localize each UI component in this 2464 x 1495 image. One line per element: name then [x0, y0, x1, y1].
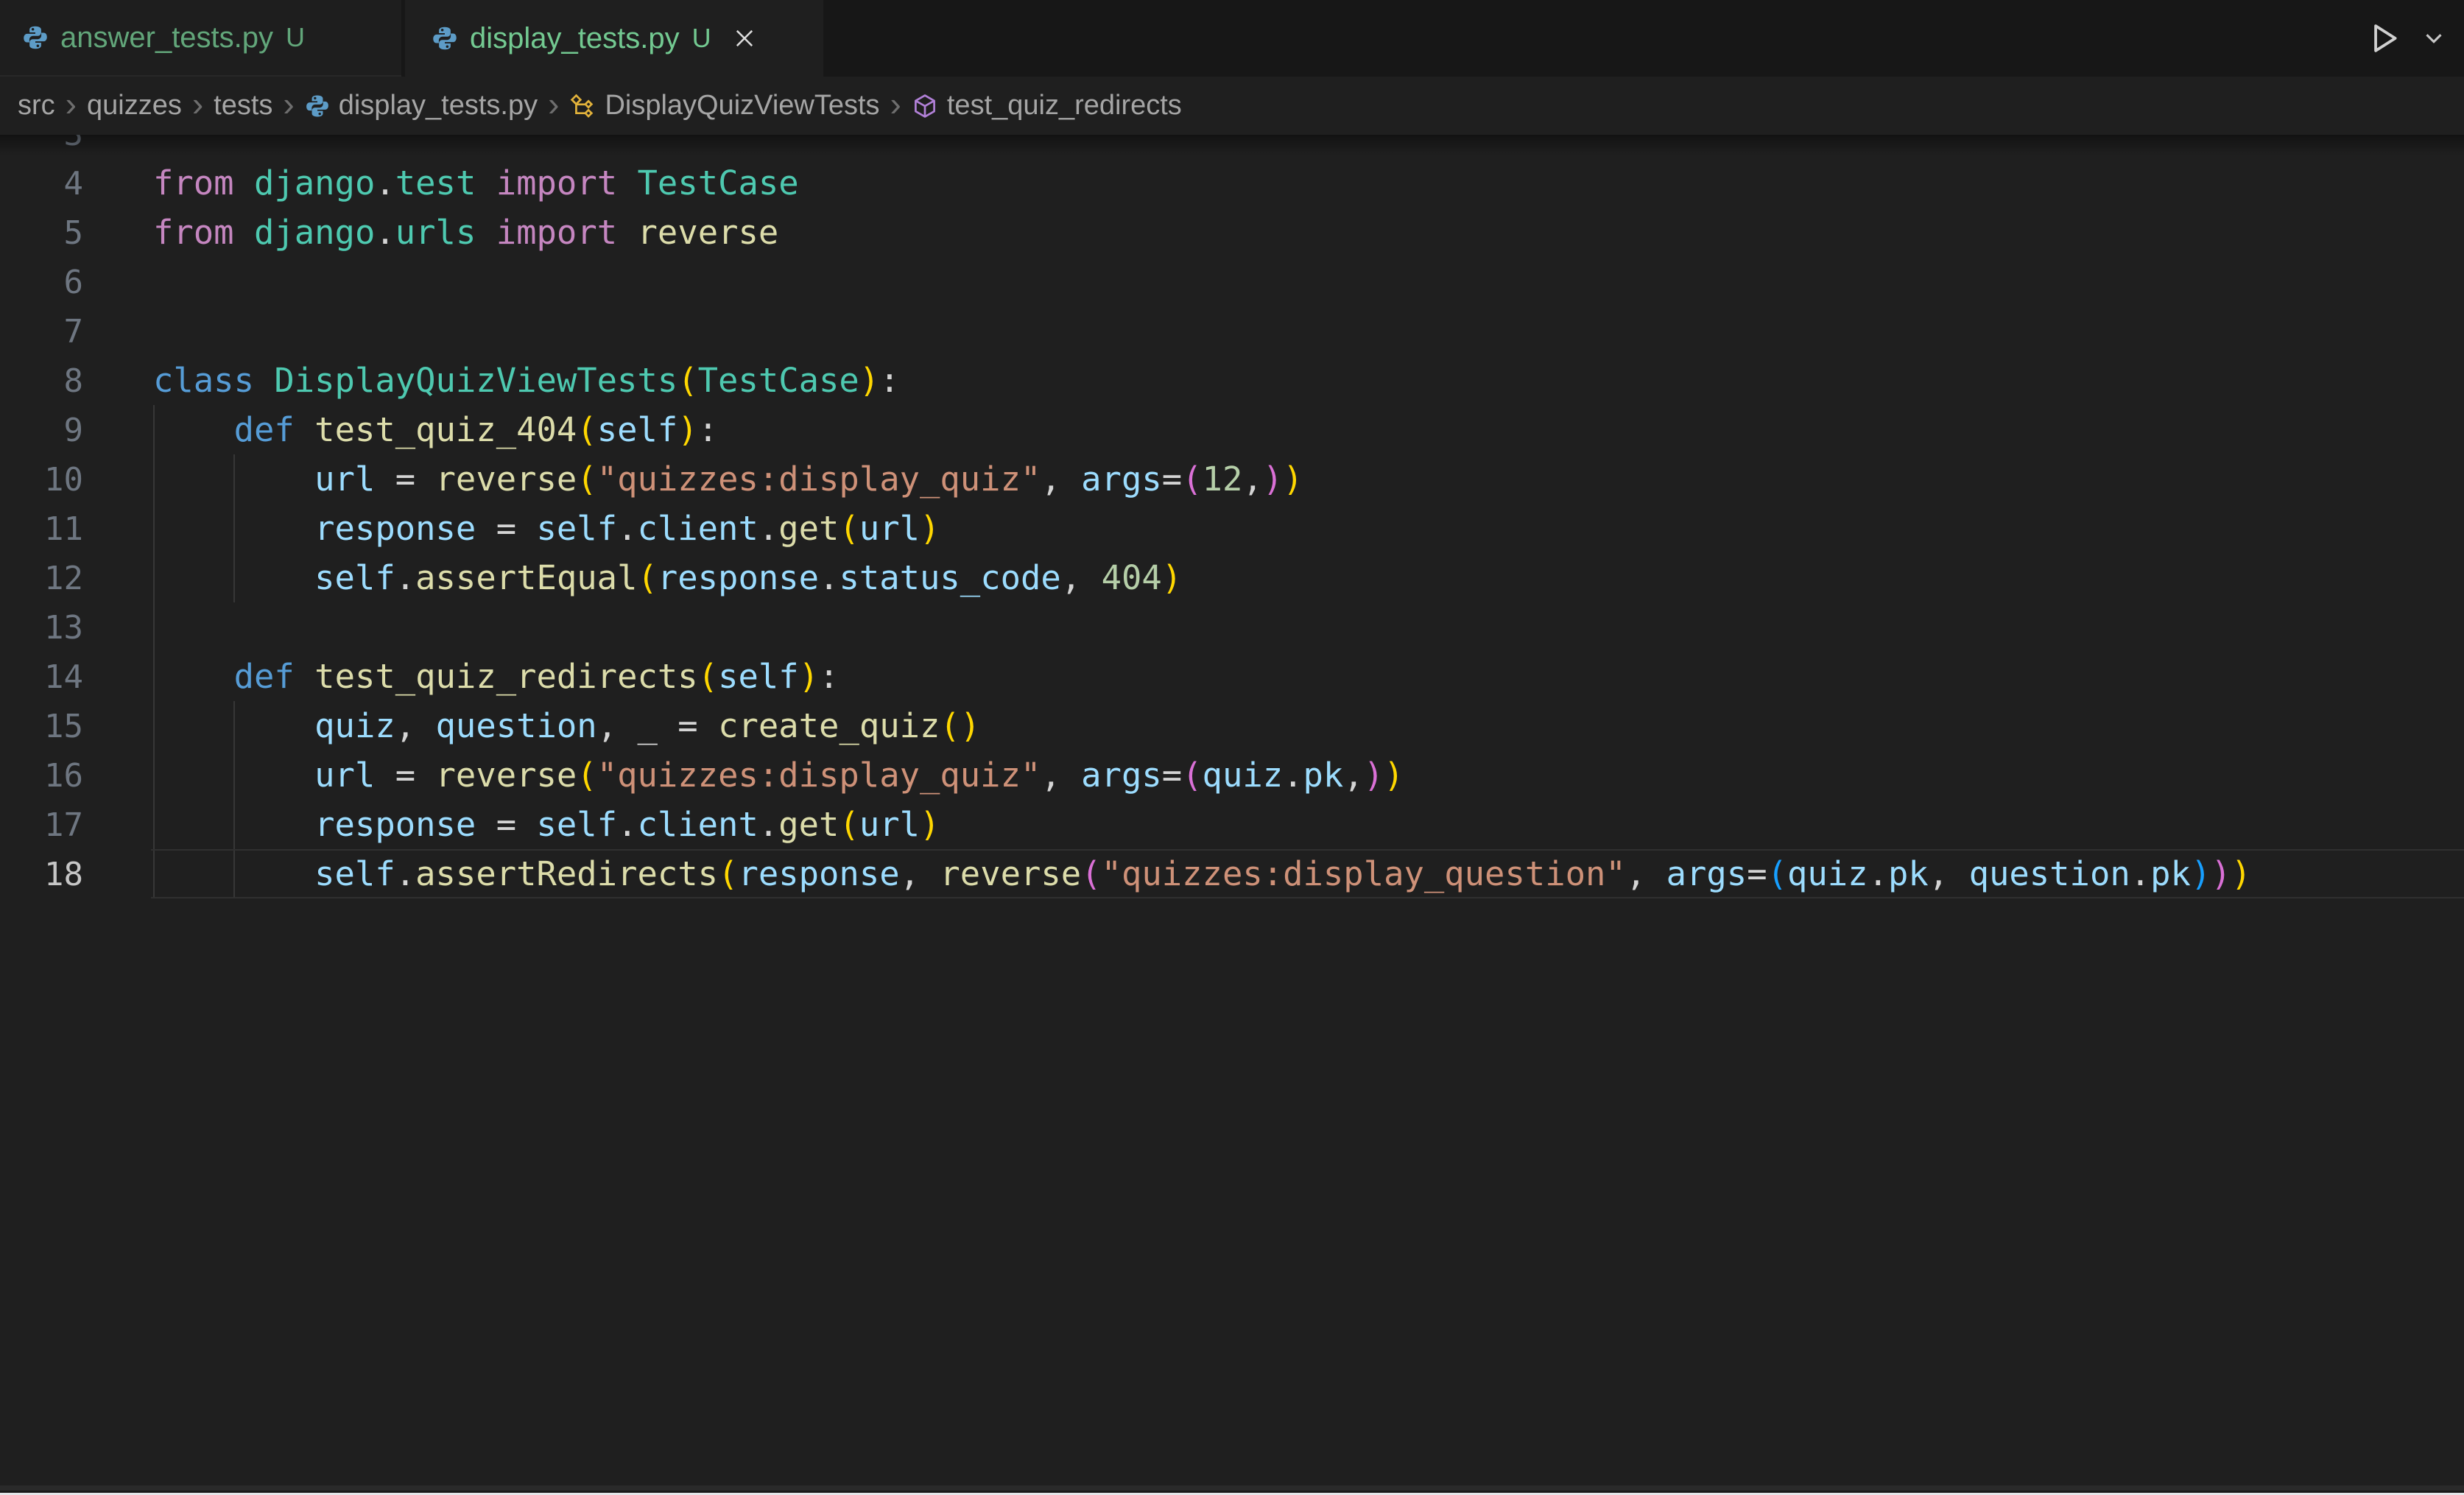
code-editor[interactable]: 34 from django.test import TestCase 5 from …: [0, 135, 2464, 1485]
code-line-15[interactable]: 15 quiz, question, _ = create_quiz(): [0, 701, 2464, 750]
code-line-12[interactable]: 12 self.assertEqual(response.status_code…: [0, 553, 2464, 602]
tab-bar: answer_tests.py U display_tests.py U: [0, 0, 2464, 77]
breadcrumb-item-tests[interactable]: tests: [214, 90, 272, 122]
line-number[interactable]: 7: [0, 307, 83, 356]
breadcrumb-item-src[interactable]: src: [18, 90, 55, 122]
close-icon[interactable]: [732, 26, 757, 51]
code-line-10[interactable]: 10 url = reverse("quizzes:display_quiz",…: [0, 454, 2464, 504]
git-untracked-badge: U: [286, 22, 305, 53]
code-text: def test_quiz_404(self):: [153, 410, 718, 449]
code-text: response = self.client.get(url): [153, 509, 940, 548]
line-number[interactable]: 5: [0, 208, 83, 258]
code-line-9[interactable]: 9 def test_quiz_404(self):: [0, 405, 2464, 454]
method-symbol-icon: [912, 93, 938, 119]
code-line-3[interactable]: 3: [0, 135, 2464, 158]
line-number[interactable]: 3: [0, 135, 83, 159]
breadcrumb-item-file[interactable]: display_tests.py: [305, 90, 538, 122]
line-number[interactable]: 17: [0, 801, 83, 850]
git-untracked-badge: U: [692, 23, 711, 54]
line-number[interactable]: 18: [0, 850, 83, 899]
line-number[interactable]: 15: [0, 702, 83, 751]
code-text: def test_quiz_redirects(self):: [153, 657, 839, 696]
code-lines: 34 from django.test import TestCase 5 from …: [0, 135, 2464, 898]
breadcrumb-item-quizzes[interactable]: quizzes: [87, 90, 182, 122]
editor-actions: [2365, 0, 2448, 77]
code-line-7[interactable]: 7: [0, 306, 2464, 356]
chevron-down-icon[interactable]: [2420, 24, 2448, 52]
code-line-5[interactable]: 5 from django.urls import reverse: [0, 208, 2464, 257]
code-text: url = reverse("quizzes:display_quiz", ar…: [153, 460, 1303, 499]
code-line-13[interactable]: 13: [0, 602, 2464, 652]
breadcrumb: src › quizzes › tests › display_tests.py…: [0, 77, 2464, 135]
tab-label: display_tests.py: [470, 22, 680, 55]
tab-label: answer_tests.py: [60, 21, 273, 54]
code-text: class DisplayQuizViewTests(TestCase):: [153, 361, 900, 400]
line-number[interactable]: 6: [0, 258, 83, 307]
tab-answer-tests[interactable]: answer_tests.py U: [0, 0, 401, 77]
code-line-18[interactable]: 18 self.assertRedirects(response, revers…: [0, 849, 2464, 898]
panel-top-strip: [0, 1485, 2464, 1491]
code-text: from django.test import TestCase: [153, 163, 799, 203]
line-number[interactable]: 11: [0, 504, 83, 554]
line-number[interactable]: 8: [0, 356, 83, 406]
line-number[interactable]: 13: [0, 603, 83, 652]
code-line-17[interactable]: 17 response = self.client.get(url): [0, 800, 2464, 849]
code-line-11[interactable]: 11 response = self.client.get(url): [0, 504, 2464, 553]
line-number[interactable]: 9: [0, 406, 83, 455]
tab-display-tests[interactable]: display_tests.py U: [405, 0, 823, 77]
code-line-16[interactable]: 16 url = reverse("quizzes:display_quiz",…: [0, 750, 2464, 800]
line-number[interactable]: 16: [0, 751, 83, 801]
python-file-icon: [432, 25, 458, 52]
code-line-4[interactable]: 4 from django.test import TestCase: [0, 158, 2464, 208]
class-symbol-icon: [569, 93, 596, 119]
line-number[interactable]: 4: [0, 159, 83, 208]
line-number[interactable]: 10: [0, 455, 83, 504]
code-text: quiz, question, _ = create_quiz(): [153, 706, 980, 745]
code-text: self.assertEqual(response.status_code, 4…: [153, 558, 1182, 597]
python-file-icon: [305, 94, 330, 119]
code-text: self.assertRedirects(response, reverse("…: [153, 854, 2251, 893]
breadcrumb-item-class[interactable]: DisplayQuizViewTests: [569, 90, 879, 122]
code-text: url = reverse("quizzes:display_quiz", ar…: [153, 756, 1404, 795]
python-file-icon: [22, 24, 49, 51]
code-line-14[interactable]: 14 def test_quiz_redirects(self):: [0, 652, 2464, 701]
line-number[interactable]: 12: [0, 554, 83, 603]
code-line-6[interactable]: 6: [0, 257, 2464, 306]
code-text: response = self.client.get(url): [153, 805, 940, 844]
breadcrumb-item-method[interactable]: test_quiz_redirects: [912, 90, 1182, 122]
line-number[interactable]: 14: [0, 652, 83, 702]
run-play-icon[interactable]: [2365, 20, 2402, 57]
code-text: from django.urls import reverse: [153, 213, 778, 252]
code-line-8[interactable]: 8 class DisplayQuizViewTests(TestCase):: [0, 356, 2464, 405]
vscode-window: { "colors": { "editor_bg": "#1f1f1f", "t…: [0, 0, 2464, 1495]
